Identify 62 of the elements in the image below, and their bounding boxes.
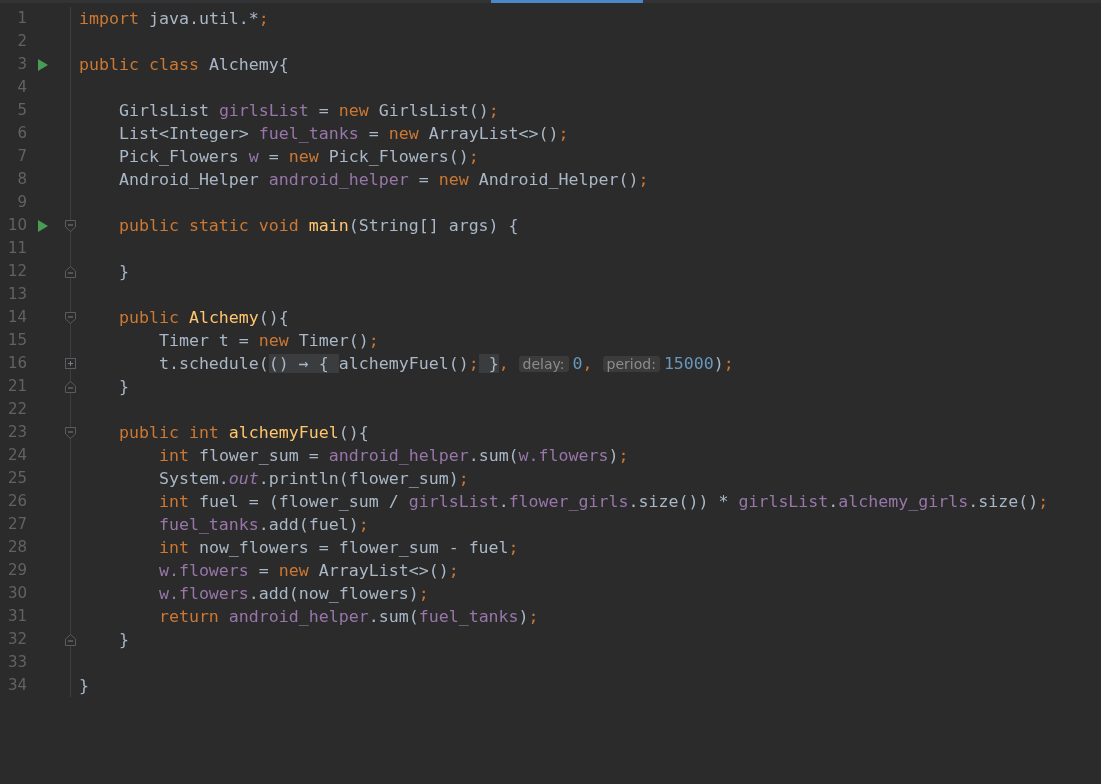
- line-number: 12: [6, 261, 27, 283]
- code-line: Android_Helper android_helper = new Android_Helper();: [117, 169, 649, 191]
- code-line: public class Alchemy{: [79, 54, 289, 76]
- code-line: fuel_tanks.add(fuel);: [157, 514, 369, 536]
- fold-marker-icon[interactable]: [64, 633, 76, 646]
- code-line: }: [117, 376, 129, 398]
- code-line: public int alchemyFuel(){: [117, 422, 369, 444]
- code-line: int fuel = (flower_sum / girlsList.flower_girls.size()) * girlsList.alchemy_girls.size();: [157, 491, 1049, 513]
- code-line: int now_flowers = flower_sum - fuel;: [157, 537, 519, 559]
- code-line: }: [117, 261, 129, 283]
- fold-marker-icon[interactable]: [64, 219, 76, 232]
- line-number: 15: [6, 330, 27, 352]
- line-number: 25: [6, 468, 27, 490]
- code-line: }: [117, 629, 129, 651]
- line-number: 29: [6, 560, 27, 582]
- fold-marker-icon[interactable]: [64, 265, 76, 278]
- fold-marker-icon[interactable]: [64, 426, 76, 439]
- code-line: import java.util.*;: [79, 8, 269, 30]
- code-line: return android_helper.sum(fuel_tanks);: [157, 606, 539, 628]
- code-line: w.flowers.add(now_flowers);: [157, 583, 429, 605]
- line-number: 24: [6, 445, 27, 467]
- line-number: 32: [6, 629, 27, 651]
- line-number: 7: [16, 146, 27, 168]
- code-line: w.flowers = new ArrayList<>();: [157, 560, 459, 582]
- code-line: }: [79, 675, 89, 697]
- line-number: 1: [16, 8, 27, 30]
- line-number: 9: [16, 192, 27, 214]
- line-number: 30: [6, 583, 27, 605]
- code-line: GirlsList girlsList = new GirlsList();: [117, 100, 499, 122]
- line-number: 22: [6, 399, 27, 421]
- code-line: Pick_Flowers w = new Pick_Flowers();: [117, 146, 479, 168]
- line-number: 21: [6, 376, 27, 398]
- line-number: 3: [16, 54, 27, 76]
- line-number: 26: [6, 491, 27, 513]
- expand-icon[interactable]: [64, 358, 76, 369]
- line-number: 28: [6, 537, 27, 559]
- code-line: public Alchemy(){: [117, 307, 289, 329]
- code-line: int flower_sum = android_helper.sum(w.flowers);: [157, 445, 629, 467]
- line-number: 14: [6, 307, 27, 329]
- line-number: 6: [16, 123, 27, 145]
- run-icon[interactable]: [38, 58, 48, 71]
- run-icon[interactable]: [38, 219, 48, 232]
- code-line: public static void main(String[] args) {: [117, 215, 519, 237]
- code-line: Timer t = new Timer();: [157, 330, 379, 352]
- line-number: 33: [6, 652, 27, 674]
- line-number: 2: [16, 31, 27, 53]
- fold-marker-icon[interactable]: [64, 311, 76, 324]
- line-number: 11: [6, 238, 27, 260]
- fold-marker-icon[interactable]: [64, 380, 76, 393]
- line-number: 16: [6, 353, 27, 375]
- code-line: System.out.println(flower_sum);: [157, 468, 469, 490]
- code-line: List<Integer> fuel_tanks = new ArrayList<>();: [117, 123, 569, 145]
- code-line: t.schedule(() → { alchemyFuel(); }, delay: 0, period: 15000);: [157, 352, 734, 375]
- line-number: 23: [6, 422, 27, 444]
- line-number: 34: [6, 675, 27, 697]
- line-number: 10: [6, 215, 27, 237]
- line-number: 8: [16, 169, 27, 191]
- line-number: 31: [6, 606, 27, 628]
- line-number: 27: [6, 514, 27, 536]
- line-number: 4: [16, 77, 27, 99]
- line-number: 5: [16, 100, 27, 122]
- line-number: 13: [6, 284, 27, 306]
